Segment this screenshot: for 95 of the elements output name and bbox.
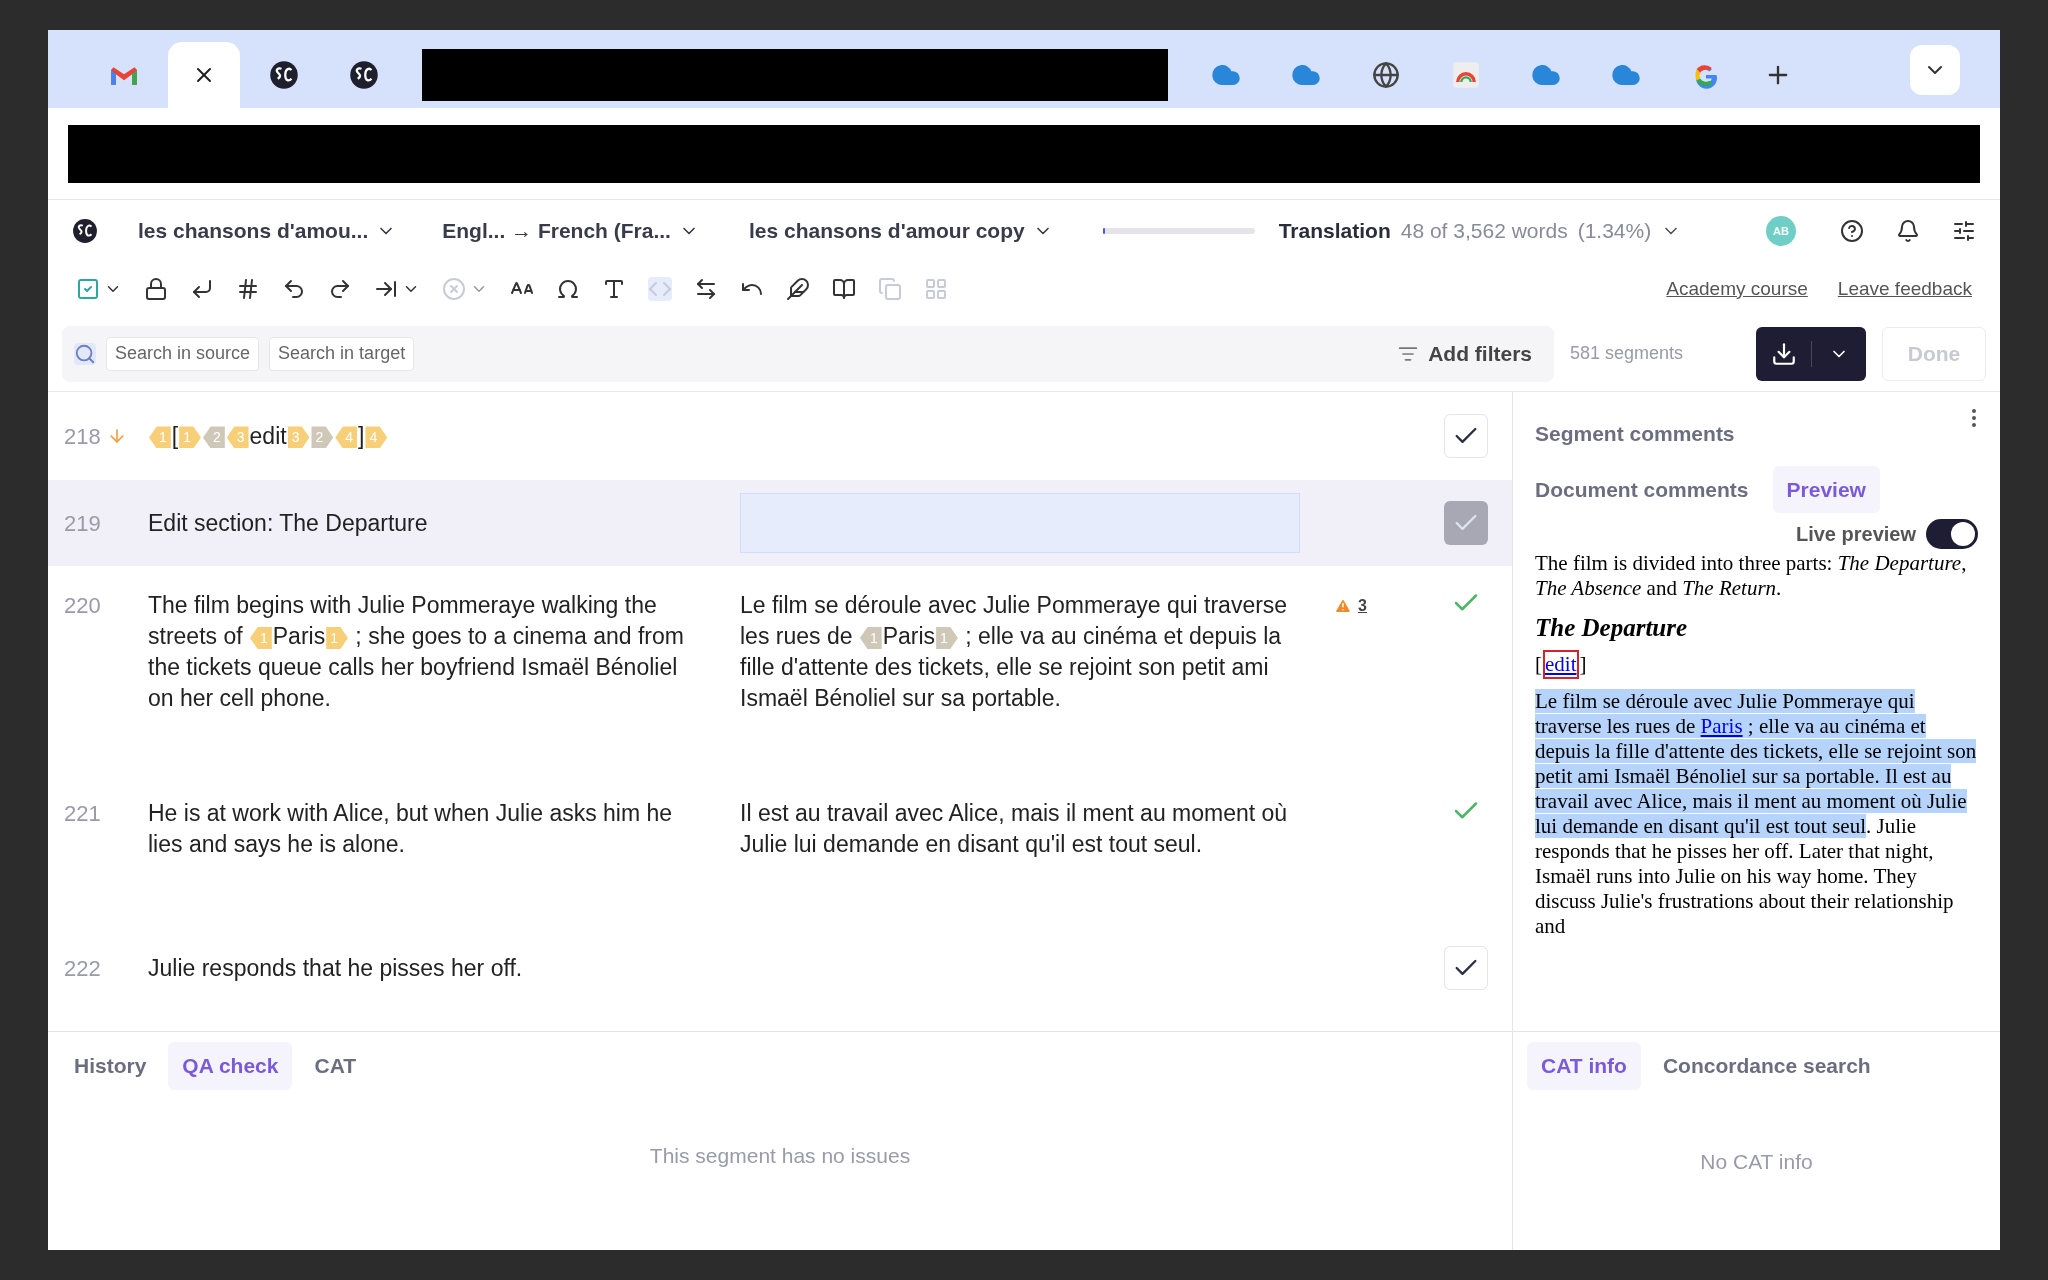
- target-text: Il est au travail avec Alice, mais il ment au moment où Julie lui demande en disant qu'il est tout seul.: [740, 799, 1288, 859]
- tag-marker: 3: [226, 426, 249, 449]
- undo-icon: [282, 277, 306, 301]
- toolbar-button[interactable]: [832, 277, 856, 301]
- swap-icon: [694, 277, 718, 301]
- tag-marker: 1: [179, 426, 201, 449]
- rainbow-icon: [1452, 61, 1480, 89]
- confirm-checkbox[interactable]: [1444, 946, 1488, 990]
- segment-number: 221: [64, 800, 101, 828]
- bracket: ]: [1579, 652, 1587, 677]
- book-icon: [832, 277, 856, 301]
- source-text: He is at work with Alice, but when Julie asks him he lies and says he is alone.: [148, 799, 674, 859]
- warning-count[interactable]: 3: [1334, 594, 1367, 618]
- search-field[interactable]: Search in source: [106, 336, 260, 371]
- toolbar-button[interactable]: [328, 277, 352, 301]
- toolbar-button[interactable]: [694, 277, 718, 301]
- grid-icon: [924, 277, 948, 301]
- toolbar-button[interactable]: [144, 277, 168, 301]
- panel-tab[interactable]: CAT: [300, 1042, 371, 1090]
- preview-paragraph: The film is divided into three parts: The Departure, The Absence and The Return.: [1535, 551, 1968, 601]
- search-icon: [74, 342, 96, 365]
- download-icon: [1770, 340, 1797, 367]
- search-field[interactable]: Search in target: [269, 336, 415, 371]
- tag-marker: 4: [335, 426, 358, 449]
- omega-icon: [556, 277, 580, 301]
- clear-icon: [442, 277, 466, 301]
- feather-icon: [786, 277, 810, 301]
- empty-message: This segment has no issues: [649, 1142, 911, 1169]
- checkbox-icon: [76, 277, 100, 301]
- toolbar-button[interactable]: [786, 277, 810, 301]
- segment-number: 220: [64, 592, 101, 620]
- segment-count: 581 segments: [1570, 342, 1685, 365]
- settings-icon[interactable]: [1952, 219, 1976, 243]
- add-filters-button[interactable]: Add filters: [1398, 337, 1532, 370]
- percent-done: (1.34%): [1577, 218, 1652, 245]
- logo-icon: [349, 60, 379, 90]
- tag-marker: 1: [326, 626, 348, 649]
- segment-number: 218: [64, 422, 101, 451]
- tag-marker: 1: [149, 426, 171, 449]
- paris-link[interactable]: Paris: [1700, 714, 1743, 738]
- tag-marker: 3: [287, 426, 310, 449]
- bracket: [: [1535, 652, 1542, 677]
- enter-icon: [190, 277, 214, 301]
- panel-tab[interactable]: QA check: [168, 1042, 293, 1090]
- help-link[interactable]: Leave feedback: [1837, 274, 1972, 304]
- logo-icon: [72, 218, 98, 244]
- word-count: 48 of 3,562 words: [1400, 218, 1568, 245]
- confirm-checkbox[interactable]: [1444, 414, 1488, 458]
- copy-icon: [878, 277, 902, 301]
- live-preview-toggle[interactable]: [1926, 519, 1978, 549]
- tag-marker: 2: [203, 426, 225, 449]
- bell-icon[interactable]: [1896, 219, 1920, 243]
- tag-marker: 4: [365, 426, 388, 449]
- edit-link[interactable]: edit: [1545, 652, 1577, 677]
- preview-heading: The Departure: [1535, 615, 1689, 640]
- source-text: Julie responds that he pisses her off.: [148, 953, 524, 983]
- source-text: The film begins with Julie Pommeraye walking the streets of 1 Paris 1 ; she goes to a cinema and from the tickets queue calls her boyfriend Ismaël Bénoliel on her cell phone.: [148, 591, 685, 713]
- project-dropdown[interactable]: les chansons d'amou...: [138, 215, 397, 247]
- mail-icon: [110, 64, 138, 86]
- download-button[interactable]: [1756, 326, 1866, 381]
- document-dropdown[interactable]: les chansons d'amour copy: [748, 215, 1053, 247]
- panel-tab[interactable]: History: [60, 1042, 161, 1090]
- help-link[interactable]: Academy course: [1666, 274, 1808, 304]
- help-icon[interactable]: [1840, 219, 1864, 243]
- preview-paragraph: Le film se déroule avec Julie Pommeraye qui traverse les rues de Paris ; elle va au cinéma et depuis la fille d'attente des tickets, elle se rejoint son petit ami Ismaël Bénoliel sur sa portable. Il est au travail avec Alice, mais il ment au moment où Julie lui demande en disant qu'il est tout seul. Julie responds that he pisses her off. Later that night, Ismaël runs into Julie on his way home. They discuss Julie's frustrations about their relationship and: [1535, 689, 1978, 939]
- toolbar-button[interactable]: [556, 277, 580, 301]
- segment-number: 222: [64, 954, 101, 983]
- source-text: 1 [ 1 2 3 edit 3 2 4 ] 4: [148, 420, 696, 452]
- logo-icon: [269, 60, 299, 90]
- redo-icon: [328, 277, 352, 301]
- source-text: Edit section: The Departure: [148, 508, 429, 538]
- panel-tab[interactable]: CAT info: [1527, 1042, 1641, 1090]
- tag-marker: 1: [936, 626, 958, 649]
- toolbar-button[interactable]: [282, 277, 306, 301]
- workflow-step: Translation: [1278, 215, 1391, 247]
- segment-number: 219: [64, 509, 101, 538]
- tag-marker: 2: [311, 426, 334, 449]
- live-preview-label: Live preview: [1795, 522, 1916, 547]
- toolbar-button[interactable]: [602, 277, 626, 301]
- panel-tab[interactable]: Preview: [1772, 465, 1880, 513]
- text-size-icon: [602, 277, 626, 301]
- hash-icon: [236, 277, 260, 301]
- tag-marker: 1: [250, 626, 272, 649]
- toolbar-button[interactable]: [190, 277, 214, 301]
- target-text: Le film se déroule avec Julie Pommeraye qui traverse les rues de 1 Paris 1 ; elle va au cinéma et depuis la fille d'attente des tickets, elle se rejoint son petit ami Ismaël Bénoliel sur sa portable.: [740, 591, 1288, 713]
- language-dropdown[interactable]: Engl... → French (Fra...: [442, 215, 699, 247]
- panel-tab[interactable]: Concordance search: [1648, 1042, 1885, 1090]
- panel-tab[interactable]: Segment comments: [1521, 410, 1749, 458]
- globe-icon: [1372, 61, 1400, 89]
- panel-tab[interactable]: Document comments: [1521, 465, 1763, 513]
- toolbar-button[interactable]: [236, 277, 260, 301]
- tag-marker: 1: [859, 626, 882, 649]
- warning-icon: [1334, 597, 1352, 615]
- lock-icon: [144, 277, 168, 301]
- empty-message: No CAT info: [1700, 1148, 1813, 1175]
